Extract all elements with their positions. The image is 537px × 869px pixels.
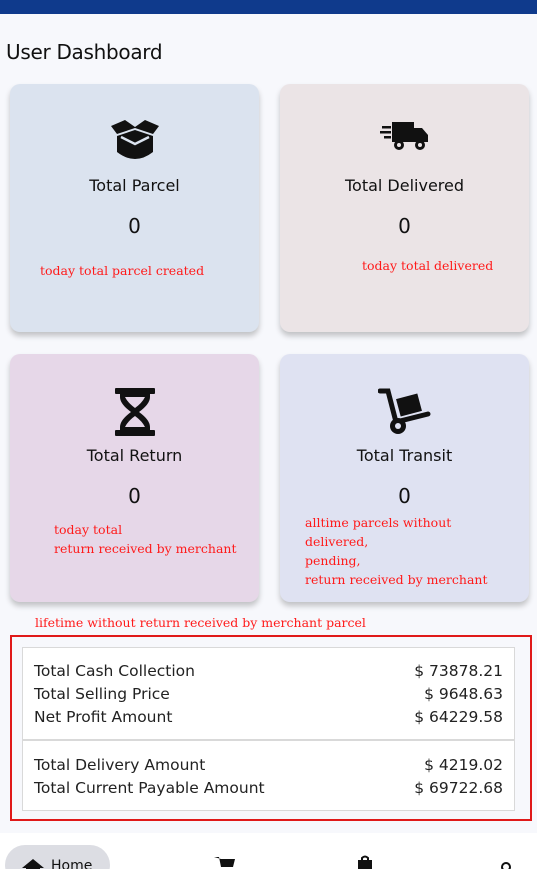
annotation-return: today total return received by merchant	[54, 522, 237, 556]
home-icon	[21, 857, 45, 869]
annotation-delivered: today total delivered	[362, 258, 494, 273]
annotation-summary: lifetime without return received by merc…	[35, 615, 366, 630]
card-title: Total Transit	[356, 446, 453, 465]
card-count: 0	[128, 214, 141, 238]
row-value: $ 4219.02	[424, 755, 503, 774]
summary-row-selling-price: Total Selling Price $ 9648.63	[34, 682, 503, 705]
card-count: 0	[398, 484, 411, 508]
row-label: Total Cash Collection	[34, 661, 195, 680]
annotation-parcel: today total parcel created	[40, 263, 205, 278]
row-value: $ 73878.21	[414, 661, 503, 680]
top-app-bar	[0, 0, 537, 14]
summary-row-delivery-amount: Total Delivery Amount $ 4219.02	[34, 753, 503, 776]
truck-fast-icon	[280, 118, 529, 168]
card-count: 0	[128, 484, 141, 508]
nav-home-label: Home	[51, 858, 93, 869]
shop-icon[interactable]	[357, 855, 373, 869]
hourglass-icon	[10, 388, 259, 438]
row-label: Total Current Payable Amount	[34, 778, 265, 797]
row-value: $ 9648.63	[424, 684, 503, 703]
total-delivered-card[interactable]: Total Delivered 0	[280, 84, 529, 332]
total-return-card[interactable]: Total Return 0	[10, 354, 259, 602]
nav-home-button[interactable]: Home	[5, 845, 110, 869]
total-parcel-card[interactable]: Total Parcel 0	[10, 84, 259, 332]
row-label: Total Delivery Amount	[34, 755, 206, 774]
row-value: $ 69722.68	[414, 778, 503, 797]
page-title: User Dashboard	[6, 40, 163, 64]
card-count: 0	[398, 214, 411, 238]
row-value: $ 64229.58	[414, 707, 503, 726]
summary-row-cash-collection: Total Cash Collection $ 73878.21	[34, 659, 503, 682]
summary-row-net-profit: Net Profit Amount $ 64229.58	[34, 705, 503, 728]
summary-box-collection: Total Cash Collection $ 73878.21 Total S…	[22, 647, 515, 740]
annotation-transit: alltime parcels without delivered, pendi…	[305, 515, 488, 587]
cart-icon[interactable]	[214, 855, 236, 869]
box-open-icon	[10, 118, 259, 168]
card-title: Total Delivered	[344, 176, 465, 195]
card-title: Total Parcel	[89, 176, 180, 195]
bottom-navigation: Home	[0, 833, 537, 869]
summary-box-payable: Total Delivery Amount $ 4219.02 Total Cu…	[22, 740, 515, 811]
dolly-icon	[280, 388, 529, 438]
row-label: Total Selling Price	[34, 684, 170, 703]
user-icon[interactable]	[500, 858, 512, 869]
summary-row-current-payable: Total Current Payable Amount $ 69722.68	[34, 776, 503, 799]
row-label: Net Profit Amount	[34, 707, 173, 726]
card-title: Total Return	[86, 446, 183, 465]
